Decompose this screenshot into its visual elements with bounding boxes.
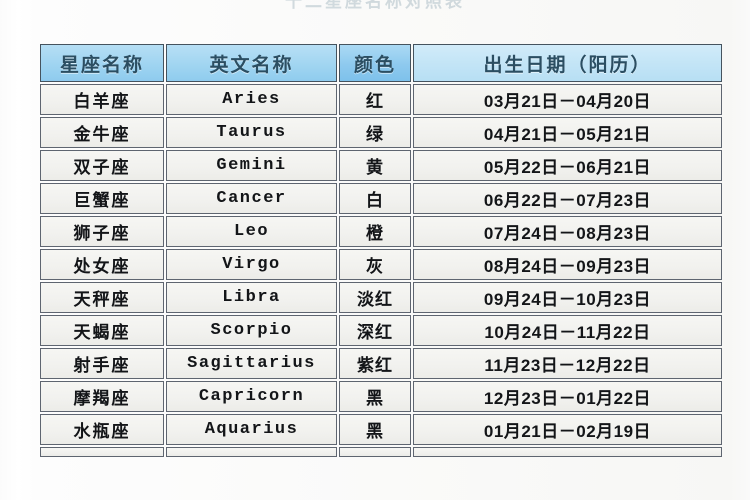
cell-date: 12月23日－01月22日 <box>413 381 722 412</box>
zodiac-table: 星座名称 英文名称 颜色 出生日期（阳历） 白羊座 Aries 红 03月21日－04… <box>38 42 724 459</box>
cell-en-clipped <box>166 447 337 457</box>
cell-date: 09月24日－10月23日 <box>413 282 722 313</box>
cell-name: 天秤座 <box>40 282 164 313</box>
cell-date: 04月21日－05月21日 <box>413 117 722 148</box>
cell-en: Capricorn <box>166 381 337 412</box>
cropped-title-strip: 十二星座名称对照表 <box>0 0 750 11</box>
table-header: 星座名称 英文名称 颜色 出生日期（阳历） <box>40 44 722 82</box>
cell-en: Leo <box>166 216 337 247</box>
table-row[interactable]: 射手座 Sagittarius 紫红 11月23日－12月22日 <box>40 348 722 379</box>
cell-date-clipped <box>413 447 722 457</box>
cell-name: 水瓶座 <box>40 414 164 445</box>
table-row[interactable]: 处女座 Virgo 灰 08月24日－09月23日 <box>40 249 722 280</box>
table-row[interactable]: 摩羯座 Capricorn 黑 12月23日－01月22日 <box>40 381 722 412</box>
table-body: 白羊座 Aries 红 03月21日－04月20日 金牛座 Taurus 绿 04月21日－0… <box>40 84 722 457</box>
table-row[interactable]: 天秤座 Libra 淡红 09月24日－10月23日 <box>40 282 722 313</box>
cell-color: 绿 <box>339 117 411 148</box>
table-row[interactable]: 白羊座 Aries 红 03月21日－04月20日 <box>40 84 722 115</box>
cell-en: Scorpio <box>166 315 337 346</box>
cell-color: 紫红 <box>339 348 411 379</box>
cell-date: 06月22日－07月23日 <box>413 183 722 214</box>
cell-en: Virgo <box>166 249 337 280</box>
cell-date: 01月21日－02月19日 <box>413 414 722 445</box>
table-row[interactable]: 狮子座 Leo 橙 07月24日－08月23日 <box>40 216 722 247</box>
column-header-birth-date[interactable]: 出生日期（阳历） <box>413 44 722 82</box>
cell-en: Aries <box>166 84 337 115</box>
table-row-clipped[interactable] <box>40 447 722 457</box>
cell-name: 处女座 <box>40 249 164 280</box>
cell-name: 白羊座 <box>40 84 164 115</box>
column-header-color[interactable]: 颜色 <box>339 44 411 82</box>
cell-date: 11月23日－12月22日 <box>413 348 722 379</box>
cell-date: 05月22日－06月21日 <box>413 150 722 181</box>
cell-name: 双子座 <box>40 150 164 181</box>
cell-color-clipped <box>339 447 411 457</box>
cell-en: Libra <box>166 282 337 313</box>
cell-color: 白 <box>339 183 411 214</box>
cell-date: 07月24日－08月23日 <box>413 216 722 247</box>
cell-name: 天蝎座 <box>40 315 164 346</box>
table-row[interactable]: 双子座 Gemini 黄 05月22日－06月21日 <box>40 150 722 181</box>
cell-color: 红 <box>339 84 411 115</box>
cell-date: 10月24日－11月22日 <box>413 315 722 346</box>
column-header-sign-name[interactable]: 星座名称 <box>40 44 164 82</box>
cell-name: 巨蟹座 <box>40 183 164 214</box>
zodiac-table-container: 星座名称 英文名称 颜色 出生日期（阳历） 白羊座 Aries 红 03月21日－04… <box>38 42 722 459</box>
page-title: 十二星座名称对照表 <box>285 0 465 11</box>
cell-date: 03月21日－04月20日 <box>413 84 722 115</box>
table-row[interactable]: 巨蟹座 Cancer 白 06月22日－07月23日 <box>40 183 722 214</box>
cell-name: 摩羯座 <box>40 381 164 412</box>
cell-color: 深红 <box>339 315 411 346</box>
cell-name: 狮子座 <box>40 216 164 247</box>
cell-color: 黑 <box>339 414 411 445</box>
cell-en: Gemini <box>166 150 337 181</box>
cell-name-clipped <box>40 447 164 457</box>
cell-name: 射手座 <box>40 348 164 379</box>
column-header-english-name[interactable]: 英文名称 <box>166 44 337 82</box>
cell-color: 灰 <box>339 249 411 280</box>
cell-color: 黑 <box>339 381 411 412</box>
cell-color: 黄 <box>339 150 411 181</box>
table-header-row: 星座名称 英文名称 颜色 出生日期（阳历） <box>40 44 722 82</box>
cell-en: Sagittarius <box>166 348 337 379</box>
table-row[interactable]: 水瓶座 Aquarius 黑 01月21日－02月19日 <box>40 414 722 445</box>
cell-en: Cancer <box>166 183 337 214</box>
cell-en: Taurus <box>166 117 337 148</box>
cell-en: Aquarius <box>166 414 337 445</box>
cell-name: 金牛座 <box>40 117 164 148</box>
cell-color: 淡红 <box>339 282 411 313</box>
cell-color: 橙 <box>339 216 411 247</box>
table-row[interactable]: 天蝎座 Scorpio 深红 10月24日－11月22日 <box>40 315 722 346</box>
table-row[interactable]: 金牛座 Taurus 绿 04月21日－05月21日 <box>40 117 722 148</box>
cell-date: 08月24日－09月23日 <box>413 249 722 280</box>
